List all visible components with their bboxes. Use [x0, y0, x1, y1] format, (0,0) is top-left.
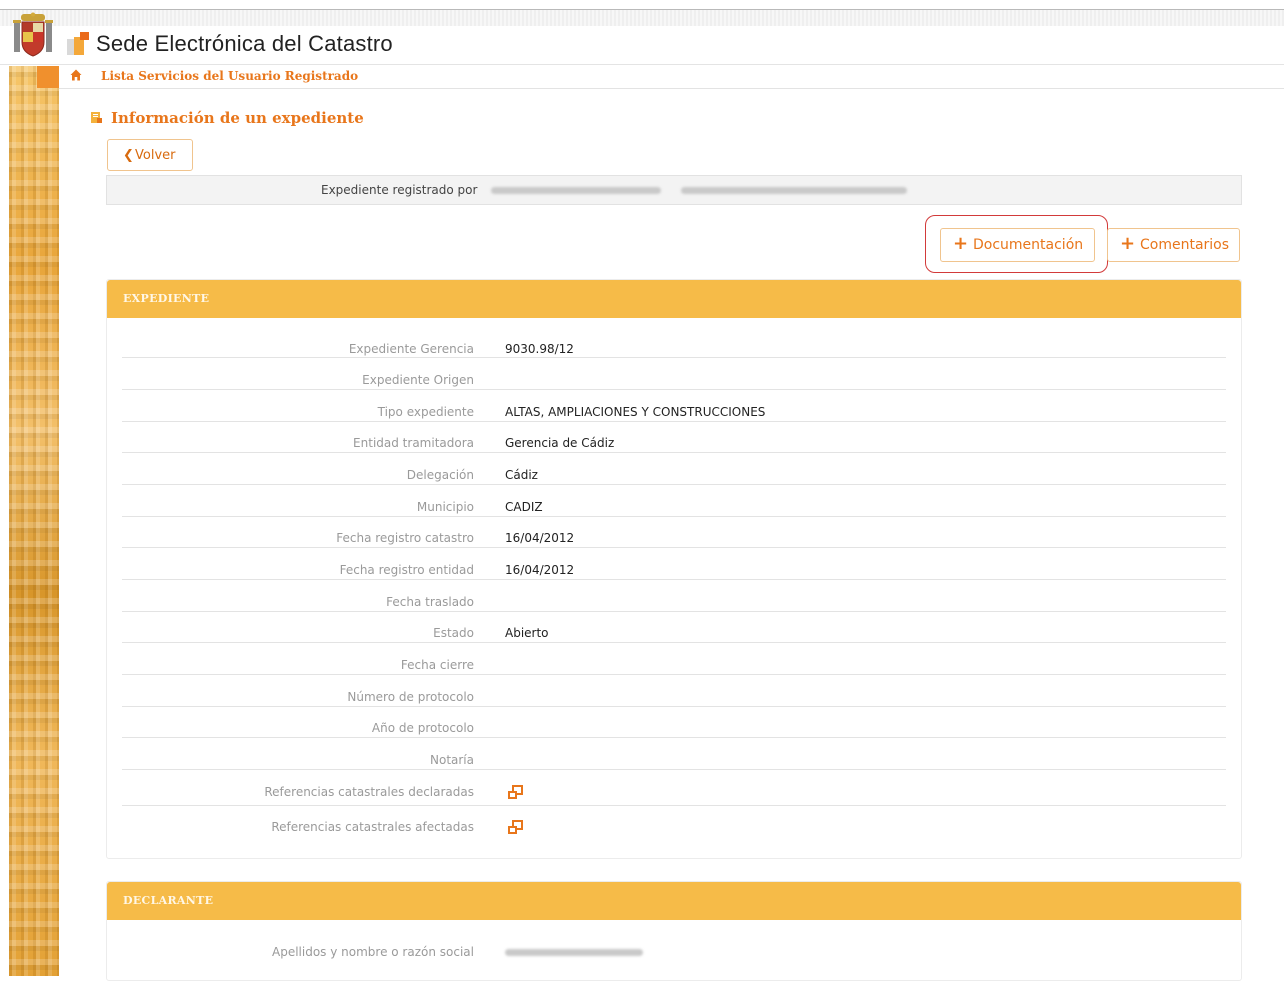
field-label: Entidad tramitadora	[353, 436, 474, 450]
row-divider	[122, 484, 1226, 485]
open-window-icon[interactable]	[507, 820, 523, 835]
field-value: Gerencia de Cádiz	[505, 436, 615, 450]
field-value: 16/04/2012	[505, 531, 575, 545]
field-value: 16/04/2012	[505, 563, 575, 577]
field-label: Referencias catastrales afectadas	[271, 820, 474, 834]
row-divider	[122, 737, 1226, 738]
panel-header: EXPEDIENTE	[107, 280, 1241, 318]
back-button[interactable]: ❮ Volver	[107, 139, 193, 171]
field-label: Fecha registro catastro	[336, 531, 474, 545]
page-title: Información de un expediente	[111, 109, 364, 127]
declarante-panel: DECLARANTE	[106, 881, 1242, 981]
field-label: Número de protocolo	[347, 690, 474, 704]
chevron-left-icon: ❮	[123, 148, 134, 163]
field-label: Notaría	[430, 753, 474, 767]
add-comments-button[interactable]: + Comentarios	[1107, 228, 1240, 262]
field-value: CADIZ	[505, 500, 543, 514]
panel-header-title: DECLARANTE	[123, 894, 214, 907]
panel-header: DECLARANTE	[107, 882, 1241, 920]
field-label: Expediente Origen	[362, 373, 474, 387]
add-comments-label: Comentarios	[1140, 237, 1230, 253]
field-label: Tipo expediente	[377, 405, 474, 419]
field-value: 9030.98/12	[505, 342, 574, 356]
row-divider	[122, 611, 1226, 612]
coat-of-arms-icon	[13, 12, 53, 57]
field-label: Fecha traslado	[386, 595, 474, 609]
catastro-logo-icon	[67, 32, 89, 55]
row-divider	[122, 642, 1226, 643]
field-label: Fecha cierre	[400, 658, 474, 672]
field-label: Expediente Gerencia	[348, 342, 474, 356]
row-divider	[122, 357, 1226, 358]
field-label: Fecha registro entidad	[339, 563, 474, 577]
field-label: Estado	[433, 626, 474, 640]
row-divider	[122, 805, 1226, 806]
row-divider	[122, 421, 1226, 422]
redacted-text	[491, 187, 661, 194]
user-services-link[interactable]: Lista Servicios del Usuario Registrado	[101, 69, 358, 83]
field-label: Municipio	[416, 500, 474, 514]
row-divider	[122, 389, 1226, 390]
field-value: ALTAS, AMPLIACIONES Y CONSTRUCCIONES	[505, 405, 766, 419]
sidebar-accent-block	[37, 66, 59, 88]
back-button-label: Volver	[135, 148, 176, 163]
registered-by-label: Expediente registrado por	[321, 183, 478, 197]
site-title: Sede Electrónica del Catastro	[96, 31, 393, 56]
open-window-icon[interactable]	[507, 785, 523, 800]
redacted-text	[505, 949, 643, 956]
plus-icon: +	[953, 233, 969, 254]
plus-icon: +	[1120, 233, 1136, 254]
expediente-panel: EXPEDIENTE	[106, 279, 1242, 859]
redacted-text	[681, 187, 907, 194]
field-label: Apellidos y nombre o razón social	[272, 945, 474, 959]
field-value: Abierto	[505, 626, 549, 640]
edit-document-icon	[91, 112, 102, 123]
row-divider	[122, 547, 1226, 548]
panel-header-title: EXPEDIENTE	[123, 292, 210, 305]
add-documentation-label: Documentación	[973, 237, 1084, 253]
field-label: Año de protocolo	[371, 721, 474, 735]
top-strip	[0, 10, 1284, 26]
row-divider	[122, 706, 1226, 707]
field-label: Referencias catastrales declaradas	[264, 785, 474, 799]
row-divider	[122, 452, 1226, 453]
field-value: Cádiz	[505, 468, 538, 482]
field-label: Delegación	[406, 468, 474, 482]
row-divider	[122, 674, 1226, 675]
row-divider	[122, 579, 1226, 580]
registered-by-bar	[106, 175, 1242, 205]
home-icon[interactable]	[70, 69, 82, 81]
row-divider	[122, 769, 1226, 770]
decorative-sidebar-image	[9, 66, 59, 976]
add-documentation-button[interactable]: + Documentación	[940, 228, 1095, 262]
row-divider	[122, 516, 1226, 517]
